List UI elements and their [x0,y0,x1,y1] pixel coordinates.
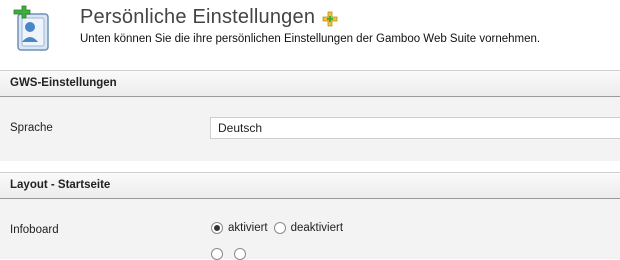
section-gws-settings: GWS-Einstellungen Sprache Deutsch [0,70,620,161]
page-header: Persönliche Einstellungen Unten können S… [0,0,620,70]
section-body: Sprache Deutsch [0,97,620,161]
radio-option[interactable] [211,248,223,260]
radio-deactivated-label[interactable]: deaktiviert [291,222,343,234]
page-subtitle: Unten können Sie die ihre persönlichen E… [80,33,541,45]
section-layout-start: Layout - Startseite Infoboard aktiviert … [0,172,620,260]
language-select[interactable]: Deutsch [210,117,620,139]
radio-activated-label[interactable]: aktiviert [228,222,268,234]
radio-option[interactable] [234,248,246,260]
user-settings-icon [8,4,52,54]
language-label: Sprache [10,122,53,134]
section-title: GWS-Einstellungen [0,71,620,97]
page-title: Persönliche Einstellungen [80,6,316,28]
second-radio-group [211,248,251,260]
section-title: Layout - Startseite [0,173,620,199]
radio-activated[interactable] [211,222,223,234]
infoboard-label: Infoboard [10,224,59,236]
section-body: Infoboard aktiviert deaktiviert [0,199,620,260]
radio-deactivated[interactable] [273,222,286,234]
infoboard-radio-group: aktiviert deaktiviert [211,222,349,234]
add-plus-icon[interactable] [322,11,338,27]
